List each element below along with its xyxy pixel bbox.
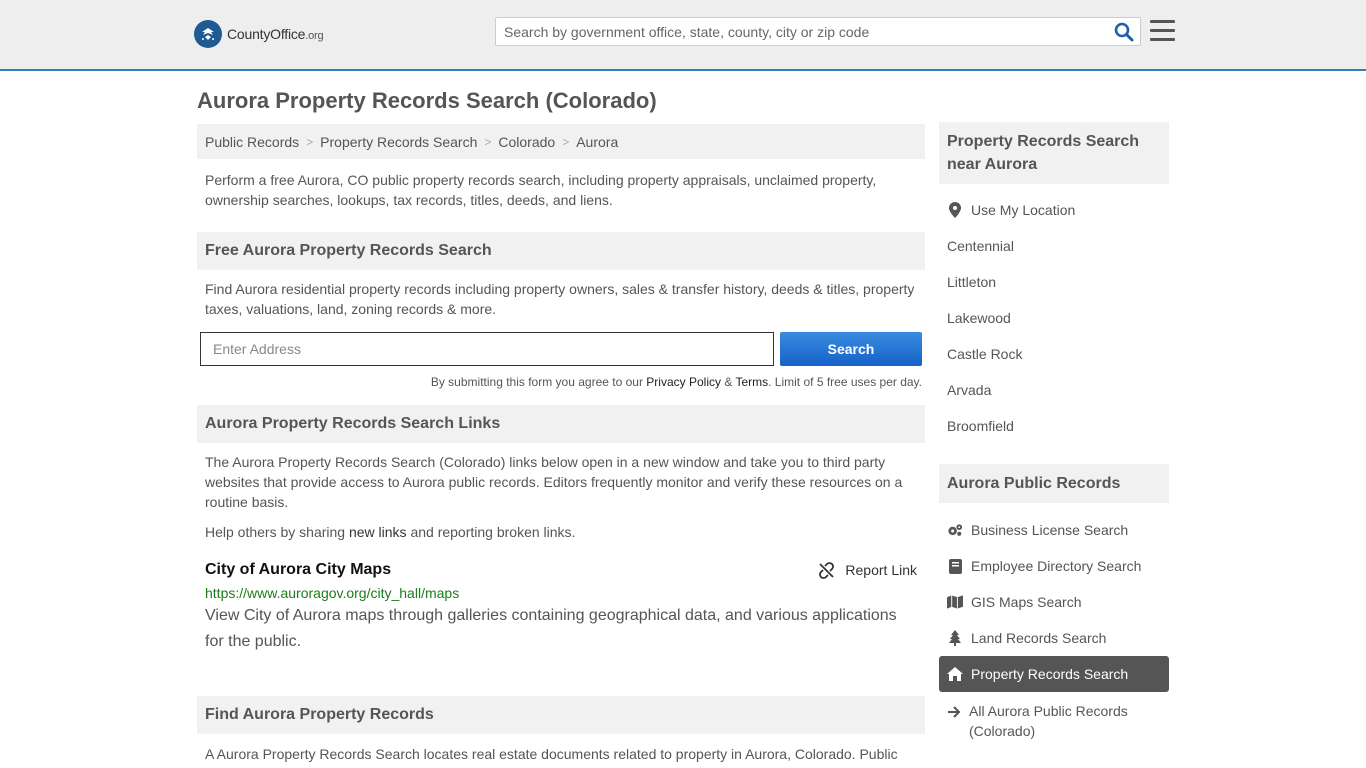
tree-icon <box>947 630 963 646</box>
use-location-link[interactable]: Use My Location <box>971 202 1075 218</box>
breadcrumb-colorado[interactable]: Colorado <box>498 134 555 150</box>
book-icon <box>947 558 963 574</box>
find-section-heading: Find Aurora Property Records <box>197 696 925 734</box>
resource-link-item: City of Aurora City Maps Report Link htt… <box>197 561 925 655</box>
site-header: CountyOffice.org <box>0 0 1366 71</box>
nearby-city-arvada[interactable]: Arvada <box>947 382 991 398</box>
breadcrumb-separator: > <box>484 134 492 149</box>
gears-icon <box>947 522 963 538</box>
nearby-city-castle-rock[interactable]: Castle Rock <box>947 346 1022 362</box>
breadcrumb: Public Records > Property Records Search… <box>197 124 925 159</box>
links-section-heading: Aurora Property Records Search Links <box>197 405 925 443</box>
report-link-button[interactable]: Report Link <box>818 561 917 579</box>
logo-name: CountyOffice <box>227 26 306 42</box>
resource-link-description: View City of Aurora maps through galleri… <box>205 607 897 650</box>
sidebar-item-employee-directory[interactable]: Employee Directory Search <box>939 548 1169 584</box>
logo-tld: .org <box>305 30 324 42</box>
use-location-item[interactable]: Use My Location <box>939 192 1169 228</box>
privacy-policy-link[interactable]: Privacy Policy <box>646 375 721 389</box>
find-section-text: A Aurora Property Records Search locates… <box>205 746 898 762</box>
page-title: Aurora Property Records Search (Colorado… <box>197 88 657 113</box>
site-search <box>495 17 1141 46</box>
main-content: Public Records > Property Records Search… <box>197 124 925 764</box>
hamburger-menu-icon[interactable] <box>1150 20 1175 42</box>
nearby-heading: Property Records Search near Aurora <box>939 122 1169 184</box>
eagle-logo-icon <box>194 20 222 48</box>
resource-link-title[interactable]: City of Aurora City Maps <box>205 561 391 579</box>
sidebar-item-gis-maps[interactable]: GIS Maps Search <box>939 584 1169 620</box>
links-section-description: The Aurora Property Records Search (Colo… <box>205 454 903 510</box>
arrow-right-icon <box>947 704 961 720</box>
nearby-city-item[interactable]: Arvada <box>939 372 1169 408</box>
sidebar-item-property-records[interactable]: Property Records Search <box>939 656 1169 692</box>
sidebar-item-all-records[interactable]: All Aurora Public Records (Colorado) <box>939 692 1169 741</box>
nearby-city-item[interactable]: Lakewood <box>939 300 1169 336</box>
breadcrumb-aurora[interactable]: Aurora <box>576 134 618 150</box>
nearby-city-item[interactable]: Centennial <box>939 228 1169 264</box>
free-search-heading: Free Aurora Property Records Search <box>197 232 925 270</box>
help-text: Help others by sharing new links and rep… <box>205 524 576 540</box>
site-logo[interactable]: CountyOffice.org <box>194 20 324 48</box>
search-icon[interactable] <box>1114 22 1134 42</box>
home-icon <box>947 666 963 682</box>
public-records-heading: Aurora Public Records <box>939 464 1169 503</box>
sidebar-item-business-license[interactable]: Business License Search <box>939 512 1169 548</box>
nearby-city-littleton[interactable]: Littleton <box>947 274 996 290</box>
resource-link-url[interactable]: https://www.auroragov.org/city_hall/maps <box>205 585 917 601</box>
breadcrumb-property-records-search[interactable]: Property Records Search <box>320 134 477 150</box>
nearby-city-centennial[interactable]: Centennial <box>947 238 1014 254</box>
address-input[interactable] <box>200 332 774 366</box>
breadcrumb-separator: > <box>562 134 570 149</box>
sidebar: Property Records Search near Aurora Use … <box>939 122 1169 741</box>
breadcrumb-public-records[interactable]: Public Records <box>205 134 299 150</box>
intro-text: Perform a free Aurora, CO public propert… <box>205 172 877 208</box>
map-icon <box>947 594 963 610</box>
broken-link-icon <box>818 561 835 579</box>
address-search-button[interactable]: Search <box>780 332 922 366</box>
map-marker-icon <box>947 202 963 218</box>
terms-link[interactable]: Terms <box>735 375 768 389</box>
nearby-city-lakewood[interactable]: Lakewood <box>947 310 1011 326</box>
form-disclaimer: By submitting this form you agree to our… <box>430 375 922 389</box>
nearby-city-broomfield[interactable]: Broomfield <box>947 418 1014 434</box>
free-search-description: Find Aurora residential property records… <box>205 281 915 317</box>
nearby-city-item[interactable]: Littleton <box>939 264 1169 300</box>
new-links-link[interactable]: new links <box>349 524 407 540</box>
site-search-input[interactable] <box>496 18 1096 45</box>
breadcrumb-separator: > <box>306 134 314 149</box>
nearby-city-item[interactable]: Broomfield <box>939 408 1169 444</box>
address-search-form: Search <box>197 332 925 366</box>
nearby-city-item[interactable]: Castle Rock <box>939 336 1169 372</box>
sidebar-item-land-records[interactable]: Land Records Search <box>939 620 1169 656</box>
